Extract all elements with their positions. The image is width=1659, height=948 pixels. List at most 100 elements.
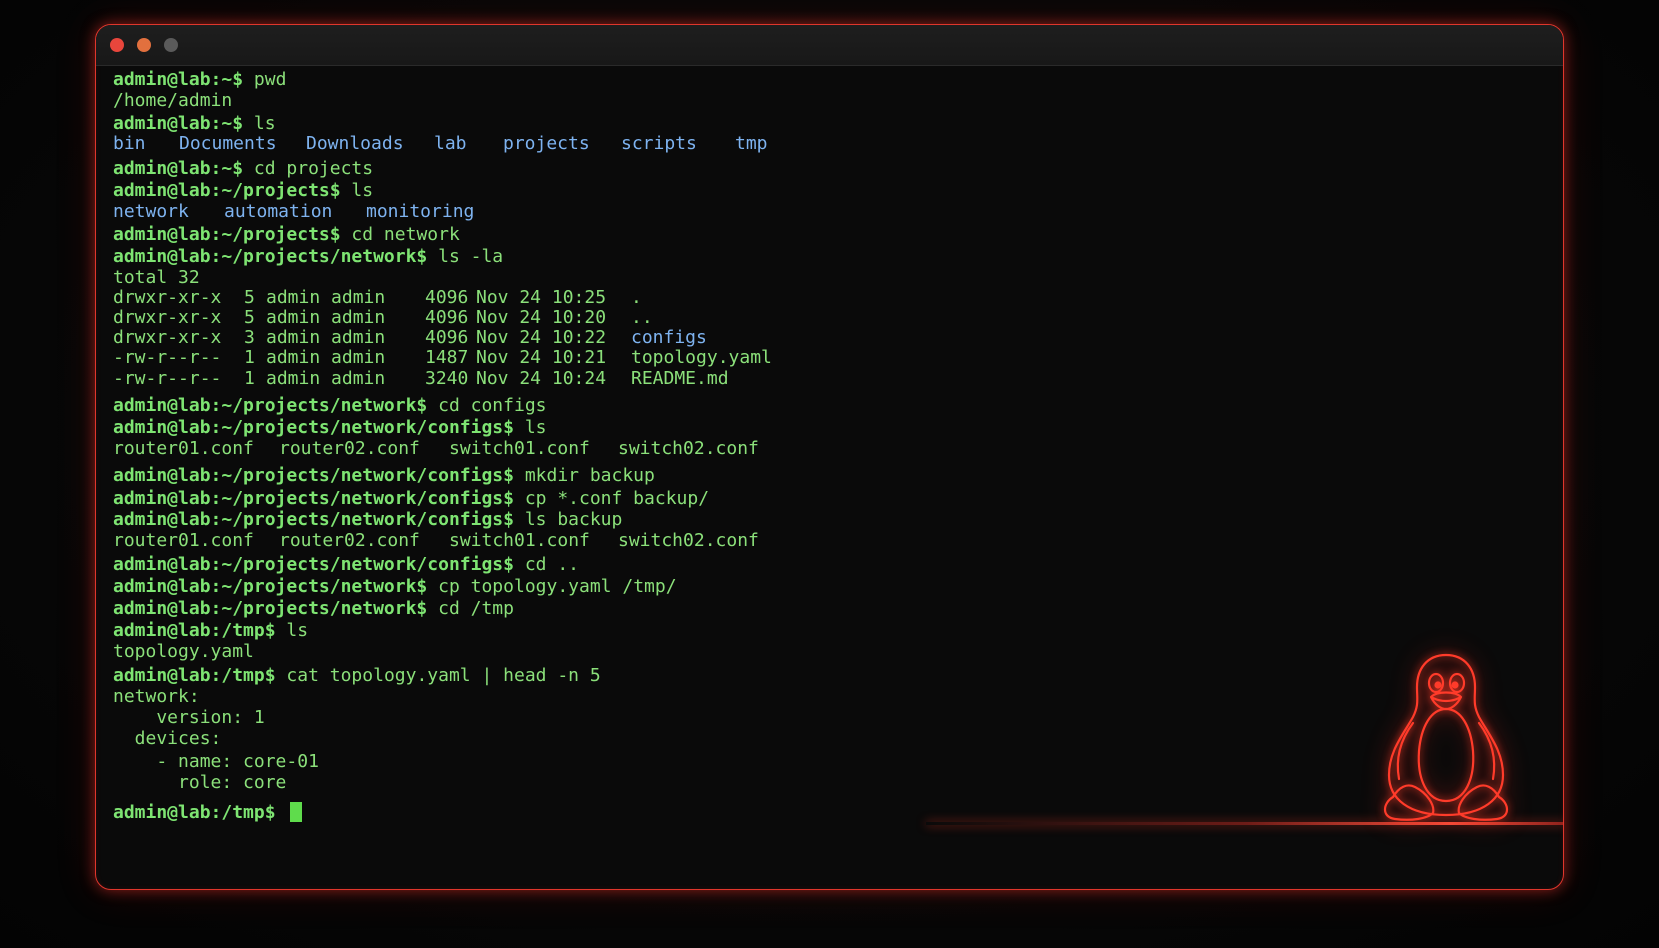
command-line: admin@lab:/tmp$ cat topology.yaml | head… [113, 665, 601, 687]
directory-name: tmp [735, 133, 768, 154]
command-line: admin@lab:~/projects$ cd network [113, 224, 460, 246]
directory-listing: bin Documents Downloads lab projects scripts t… [113, 133, 813, 155]
listing-date: Nov 24 10:20 [476, 307, 607, 328]
command-line: admin@lab:~$ pwd [113, 69, 286, 91]
listing-perms: drwxr-xr-x [113, 287, 222, 308]
command-line: admin@lab:/tmp$ ls [113, 620, 308, 642]
command-line: admin@lab:~/projects/network$ ls -la [113, 246, 503, 268]
listing-links: 1 [244, 368, 255, 389]
command-text: ls [253, 113, 276, 134]
long-listing-row: drwxr-xr-x 5 admin admin 4096 Nov 24 10:20.. [113, 307, 813, 329]
listing-owner: admin admin [266, 287, 386, 308]
command-text: cat topology.yaml | head -n 5 [286, 665, 601, 686]
command-line: admin@lab:~/projects/network$ cd configs [113, 395, 547, 417]
command-text: ls [524, 417, 547, 438]
output-line: - name: core-01 [113, 751, 319, 772]
listing-size: 4096 [425, 327, 469, 348]
command-text: pwd [253, 69, 287, 90]
command-text: cd /tmp [438, 598, 514, 619]
shell-prompt: admin@lab:~$ [113, 158, 244, 179]
listing-date: Nov 24 10:25 [476, 287, 607, 308]
listing-name: topology.yaml [631, 347, 772, 368]
file-name: switch02.conf [618, 530, 759, 551]
output-line: network: [113, 686, 200, 707]
shell-prompt: admin@lab:~/projects/network/configs$ [113, 488, 514, 509]
directory-listing: network automation monitoring [113, 201, 813, 223]
directory-name: Downloads [306, 133, 404, 154]
command-text: ls [286, 620, 309, 641]
shell-prompt: admin@lab:~/projects/network$ [113, 395, 428, 416]
command-line: admin@lab:~/projects/network$ cd /tmp [113, 598, 514, 620]
file-name: switch01.conf [449, 530, 590, 551]
command-text: ls backup [524, 509, 623, 530]
file-name: router02.conf [279, 530, 420, 551]
shell-prompt: admin@lab:/tmp$ [113, 802, 276, 823]
command-line: admin@lab:~/projects/network/configs$ cd… [113, 554, 579, 576]
listing-links: 3 [244, 327, 255, 348]
shell-prompt: admin@lab:~/projects$ [113, 180, 341, 201]
command-line: admin@lab:~/projects$ ls [113, 180, 373, 202]
file-listing: router01.conf router02.conf switch01.conf s… [113, 438, 813, 460]
listing-size: 4096 [425, 287, 469, 308]
command-text: cd projects [253, 158, 374, 179]
text-cursor[interactable] [290, 802, 303, 822]
listing-name: configs [631, 327, 707, 348]
command-text: ls [351, 180, 374, 201]
long-listing-row: -rw-r--r-- 1 admin admin 1487 Nov 24 10:21 to… [113, 347, 813, 369]
shell-prompt: admin@lab:~/projects/network$ [113, 576, 428, 597]
long-listing-row: -rw-r--r-- 1 admin admin 3240 Nov 24 10:24 RE… [113, 368, 813, 390]
listing-links: 5 [244, 287, 255, 308]
command-line[interactable]: admin@lab:/tmp$ [113, 802, 303, 824]
command-text: cd configs [438, 395, 547, 416]
shell-prompt: admin@lab:~/projects/network/configs$ [113, 509, 514, 530]
listing-perms: -rw-r--r-- [113, 368, 222, 389]
command-text: mkdir backup [524, 465, 655, 486]
command-line: admin@lab:~/projects/network/configs$ ls… [113, 509, 622, 531]
tux-penguin-icon [1383, 653, 1509, 821]
minimize-button[interactable] [137, 38, 151, 52]
listing-owner: admin admin [266, 347, 386, 368]
directory-name: Documents [179, 133, 277, 154]
listing-date: Nov 24 10:22 [476, 327, 607, 348]
listing-name: .. [631, 307, 653, 328]
terminal-window[interactable]: admin@lab:~$ pwd/home/admin admin@lab:~$ … [95, 24, 1564, 890]
command-line: admin@lab:~/projects/network/configs$ ls [113, 417, 547, 439]
listing-date: Nov 24 10:21 [476, 347, 607, 368]
listing-owner: admin admin [266, 307, 386, 328]
directory-name: automation [224, 201, 333, 222]
command-text: ls -la [438, 246, 504, 267]
listing-perms: drwxr-xr-x [113, 307, 222, 328]
shell-prompt: admin@lab:/tmp$ [113, 665, 276, 686]
listing-size: 4096 [425, 307, 469, 328]
title-bar[interactable] [96, 25, 1563, 66]
output-line: topology.yaml [113, 641, 254, 662]
command-line: admin@lab:~$ cd projects [113, 158, 373, 180]
directory-name: network [113, 201, 189, 222]
shell-prompt: admin@lab:/tmp$ [113, 620, 276, 641]
output-line: total 32 [113, 267, 200, 288]
shell-prompt: admin@lab:~/projects/network/configs$ [113, 554, 514, 575]
file-name: router01.conf [113, 530, 254, 551]
command-line: admin@lab:~/projects/network/configs$ mk… [113, 465, 655, 487]
listing-links: 5 [244, 307, 255, 328]
directory-name: monitoring [366, 201, 475, 222]
shell-prompt: admin@lab:~/projects/network$ [113, 598, 428, 619]
command-line: admin@lab:~$ ls [113, 113, 276, 135]
command-text: cd .. [524, 554, 579, 575]
directory-name: lab [434, 133, 467, 154]
maximize-button[interactable] [164, 38, 178, 52]
listing-links: 1 [244, 347, 255, 368]
file-name: router02.conf [279, 438, 420, 459]
shell-prompt: admin@lab:~/projects/network/configs$ [113, 417, 514, 438]
long-listing-row: drwxr-xr-x 5 admin admin 4096 Nov 24 10:25. [113, 287, 813, 309]
listing-perms: drwxr-xr-x [113, 327, 222, 348]
shell-prompt: admin@lab:~$ [113, 69, 244, 90]
command-text: cd network [351, 224, 460, 245]
command-line: admin@lab:~/projects/network$ cp topolog… [113, 576, 677, 598]
file-name: switch02.conf [618, 438, 759, 459]
output-line: /home/admin [113, 90, 233, 111]
listing-size: 1487 [425, 347, 469, 368]
close-button[interactable] [110, 38, 124, 52]
output-line: devices: [113, 728, 222, 749]
command-text: cp topology.yaml /tmp/ [438, 576, 677, 597]
